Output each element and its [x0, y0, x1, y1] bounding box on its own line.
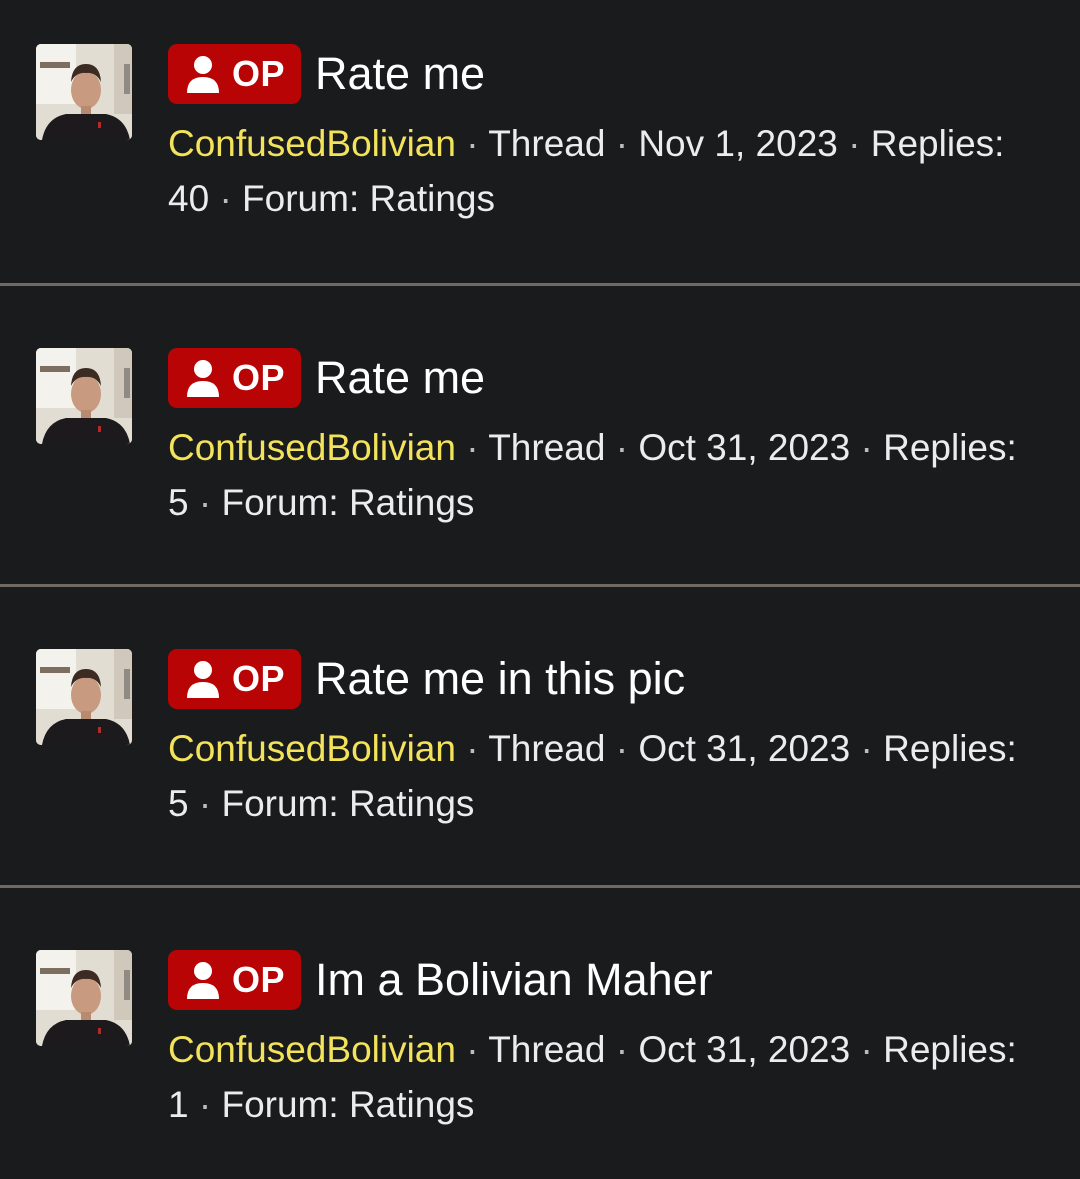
thread-meta: ConfusedBolivian · Thread · Nov 1, 2023 …	[168, 116, 1043, 226]
post-date: Nov 1, 2023	[638, 123, 838, 164]
op-label: OP	[232, 959, 286, 1000]
replies-count: 5	[168, 482, 189, 523]
separator-dot: ·	[860, 1029, 873, 1070]
thread-meta: ConfusedBolivian · Thread · Oct 31, 2023…	[168, 420, 1043, 530]
separator-dot: ·	[219, 178, 232, 219]
separator-dot: ·	[198, 783, 212, 824]
author-link[interactable]: ConfusedBolivian	[168, 123, 456, 164]
replies-count: 1	[168, 1084, 189, 1125]
forum-link[interactable]: Ratings	[349, 783, 474, 824]
thread-content: OP Rate me ConfusedBolivian · Thread · O…	[168, 348, 1048, 530]
thread-title[interactable]: Rate me	[315, 44, 485, 104]
op-badge: OP	[168, 44, 302, 104]
content-type: Thread	[488, 1029, 606, 1070]
separator-dot: ·	[615, 1029, 629, 1070]
op-badge: OP	[168, 649, 302, 709]
replies-count: 5	[168, 783, 189, 824]
person-icon	[186, 960, 220, 1000]
separator-dot: ·	[860, 427, 873, 468]
content-type: Thread	[488, 728, 606, 769]
op-badge: OP	[168, 348, 302, 408]
user-avatar[interactable]	[36, 950, 132, 1046]
separator-dot: ·	[860, 728, 873, 769]
thread-list: OP Rate me ConfusedBolivian · Thread · N…	[0, 0, 1080, 1179]
separator-dot: ·	[466, 427, 479, 468]
separator-dot: ·	[466, 728, 479, 769]
avatar-photo	[36, 348, 132, 444]
person-icon	[186, 54, 220, 94]
replies-label: Replies:	[883, 1029, 1017, 1070]
replies-label: Replies:	[883, 728, 1017, 769]
separator-dot: ·	[198, 1084, 212, 1125]
person-icon	[186, 659, 220, 699]
separator-dot: ·	[615, 427, 629, 468]
thread-title[interactable]: Rate me	[315, 348, 485, 408]
forum-link[interactable]: Ratings	[349, 482, 474, 523]
content-type: Thread	[488, 427, 606, 468]
forum-link[interactable]: Ratings	[370, 178, 495, 219]
author-link[interactable]: ConfusedBolivian	[168, 427, 456, 468]
thread-title-line: OP Rate me in this pic	[168, 649, 1048, 709]
author-link[interactable]: ConfusedBolivian	[168, 728, 456, 769]
forum-link[interactable]: Ratings	[349, 1084, 474, 1125]
thread-content: OP Rate me ConfusedBolivian · Thread · N…	[168, 44, 1048, 226]
thread-meta: ConfusedBolivian · Thread · Oct 31, 2023…	[168, 1022, 1043, 1132]
thread-content: OP Rate me in this pic ConfusedBolivian …	[168, 649, 1048, 831]
thread-title-line: OP Im a Bolivian Maher	[168, 950, 1048, 1010]
thread-title-line: OP Rate me	[168, 44, 1048, 104]
content-type: Thread	[488, 123, 606, 164]
avatar-photo	[36, 649, 132, 745]
separator-dot: ·	[615, 728, 629, 769]
op-label: OP	[232, 357, 286, 398]
forum-label: Forum:	[242, 178, 360, 219]
forum-label: Forum:	[221, 783, 339, 824]
person-icon	[186, 358, 220, 398]
author-link[interactable]: ConfusedBolivian	[168, 1029, 456, 1070]
thread-item[interactable]: OP Rate me in this pic ConfusedBolivian …	[0, 584, 1080, 868]
separator-dot: ·	[848, 123, 861, 164]
post-date: Oct 31, 2023	[638, 1029, 851, 1070]
forum-label: Forum:	[221, 1084, 339, 1125]
post-date: Oct 31, 2023	[638, 427, 851, 468]
thread-content: OP Im a Bolivian Maher ConfusedBolivian …	[168, 950, 1048, 1132]
thread-item[interactable]: OP Rate me ConfusedBolivian · Thread · N…	[0, 0, 1080, 284]
user-avatar[interactable]	[36, 44, 132, 140]
user-avatar[interactable]	[36, 649, 132, 745]
separator-dot: ·	[466, 123, 479, 164]
thread-title[interactable]: Rate me in this pic	[315, 649, 685, 709]
user-avatar[interactable]	[36, 348, 132, 444]
avatar-photo	[36, 44, 132, 140]
op-badge: OP	[168, 950, 302, 1010]
thread-item[interactable]: OP Rate me ConfusedBolivian · Thread · O…	[0, 283, 1080, 567]
separator-dot: ·	[466, 1029, 479, 1070]
op-label: OP	[232, 658, 286, 699]
replies-label: Replies:	[870, 123, 1005, 164]
thread-item[interactable]: OP Im a Bolivian Maher ConfusedBolivian …	[0, 885, 1080, 1169]
replies-count: 40	[168, 178, 210, 219]
op-label: OP	[232, 53, 286, 94]
thread-meta: ConfusedBolivian · Thread · Oct 31, 2023…	[168, 721, 1043, 831]
avatar-photo	[36, 950, 132, 1046]
forum-label: Forum:	[221, 482, 339, 523]
replies-label: Replies:	[883, 427, 1017, 468]
thread-title-line: OP Rate me	[168, 348, 1048, 408]
separator-dot: ·	[615, 123, 629, 164]
post-date: Oct 31, 2023	[638, 728, 851, 769]
separator-dot: ·	[198, 482, 212, 523]
thread-title[interactable]: Im a Bolivian Maher	[315, 950, 713, 1010]
